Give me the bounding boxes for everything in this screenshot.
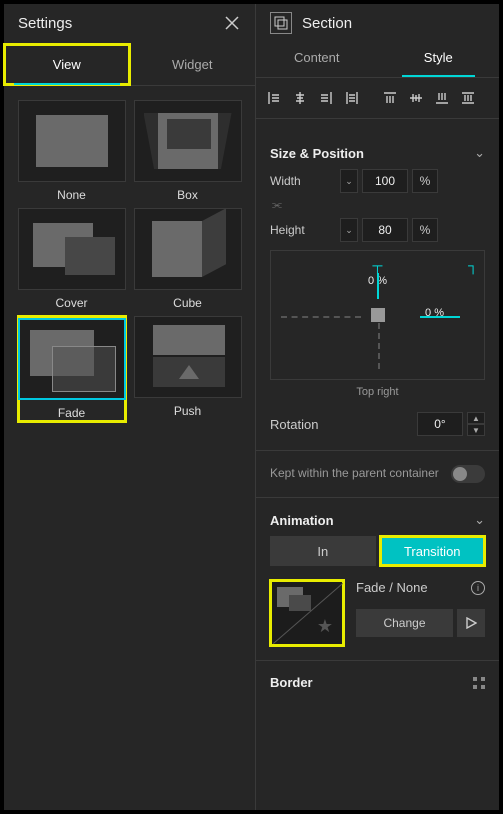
- effect-push[interactable]: [134, 316, 242, 398]
- snap-bottom-icon[interactable]: [430, 86, 454, 110]
- snap-left-icon[interactable]: [262, 86, 286, 110]
- settings-tab-view[interactable]: View: [4, 44, 130, 85]
- kept-within-label: Kept within the parent container: [270, 466, 451, 482]
- settings-tab-widget[interactable]: Widget: [130, 44, 256, 85]
- star-icon: ★: [317, 616, 333, 637]
- transition-effects-grid: None Box Cover Cube Fade: [4, 86, 255, 436]
- arrow-up-icon: [179, 365, 199, 379]
- section-title: Section: [302, 15, 352, 32]
- effect-cover-label: Cover: [55, 296, 87, 310]
- animation-preview-thumb[interactable]: ★: [270, 580, 344, 646]
- chevron-down-icon[interactable]: ⌄: [474, 512, 485, 528]
- anchor-right-unit: %: [434, 307, 444, 319]
- animation-play-button[interactable]: [457, 609, 485, 637]
- animation-fade-none-label: Fade / None: [356, 580, 428, 595]
- anchor-top-unit: %: [377, 275, 387, 287]
- kept-within-toggle[interactable]: [451, 465, 485, 483]
- rotation-step-up[interactable]: ▲: [467, 412, 485, 424]
- width-unit[interactable]: %: [412, 169, 438, 193]
- anchor-right-icon: ┐: [468, 257, 478, 273]
- animation-heading: Animation: [270, 513, 334, 528]
- effect-cover[interactable]: [18, 208, 126, 290]
- animation-tab-in[interactable]: In: [270, 536, 376, 566]
- info-icon[interactable]: i: [471, 581, 485, 595]
- width-input[interactable]: [362, 169, 408, 193]
- effect-none-label: None: [57, 188, 86, 202]
- align-hcenter-icon[interactable]: [288, 86, 312, 110]
- effect-box[interactable]: [134, 100, 242, 182]
- section-tab-content[interactable]: Content: [256, 38, 378, 77]
- stretch-h-icon[interactable]: [340, 86, 364, 110]
- anchor-top-icon: ┬: [373, 257, 383, 273]
- close-icon[interactable]: [223, 14, 241, 32]
- rotation-label: Rotation: [270, 417, 417, 432]
- size-position-heading: Size & Position: [270, 146, 364, 161]
- height-input[interactable]: [362, 218, 408, 242]
- section-panel: Section Content Style Size & Position ⌄: [256, 4, 499, 810]
- height-label: Height: [270, 223, 340, 237]
- section-icon: [270, 12, 292, 34]
- anchor-handle[interactable]: [371, 308, 385, 322]
- anchor-position-box[interactable]: ┬ 0 % ┐ 0 %: [270, 250, 485, 380]
- section-tab-style[interactable]: Style: [378, 38, 500, 77]
- rotation-input[interactable]: [417, 412, 463, 436]
- chevron-down-icon[interactable]: ⌄: [474, 145, 485, 161]
- lock-icon[interactable]: ⫘: [272, 199, 485, 212]
- snap-right-icon[interactable]: [314, 86, 338, 110]
- alignment-toolbar: [256, 78, 499, 119]
- anchor-right-value: 0: [425, 307, 431, 319]
- animation-change-button[interactable]: Change: [356, 609, 453, 637]
- effect-cube[interactable]: [134, 208, 242, 290]
- animation-tab-transition[interactable]: Transition: [380, 536, 486, 566]
- effect-cube-label: Cube: [173, 296, 202, 310]
- height-unit[interactable]: %: [412, 218, 438, 242]
- width-label: Width: [270, 174, 340, 188]
- effect-box-label: Box: [177, 188, 198, 202]
- align-vcenter-icon[interactable]: [404, 86, 428, 110]
- border-heading: Border: [270, 675, 313, 690]
- effect-none[interactable]: [18, 100, 126, 182]
- stretch-v-icon[interactable]: [456, 86, 480, 110]
- height-dropdown[interactable]: ⌄: [340, 218, 358, 242]
- settings-panel: Settings View Widget None Box Cover: [4, 4, 256, 810]
- rotation-step-down[interactable]: ▼: [467, 424, 485, 436]
- effect-fade-label: Fade: [58, 406, 85, 420]
- border-sides-icon[interactable]: [473, 677, 485, 689]
- snap-top-icon[interactable]: [378, 86, 402, 110]
- effect-fade[interactable]: [18, 318, 126, 400]
- anchor-top-value: 0: [368, 275, 374, 287]
- effect-push-label: Push: [174, 404, 201, 418]
- anchor-caption: Top right: [270, 386, 485, 398]
- width-dropdown[interactable]: ⌄: [340, 169, 358, 193]
- settings-title: Settings: [18, 15, 72, 32]
